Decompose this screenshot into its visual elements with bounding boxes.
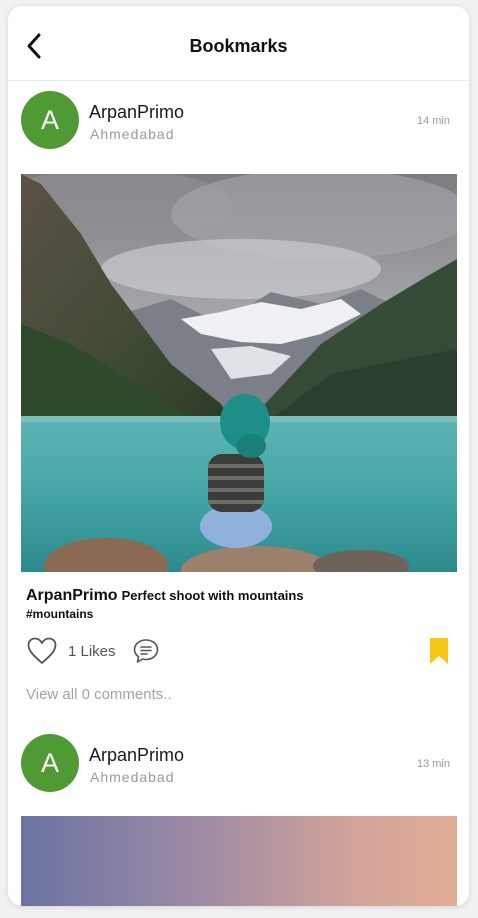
app-screen: Bookmarks A ArpanPrimo Ahmedabad 14 min	[8, 6, 469, 906]
speech-bubble-icon	[133, 639, 159, 663]
post-location: Ahmedabad	[90, 126, 175, 142]
like-button[interactable]	[26, 636, 58, 666]
bookmark-button[interactable]	[429, 637, 449, 665]
post-image[interactable]	[21, 174, 457, 572]
avatar[interactable]: A	[21, 734, 79, 792]
avatar[interactable]: A	[21, 91, 79, 149]
top-bar: Bookmarks	[8, 6, 469, 81]
comment-button[interactable]	[132, 637, 160, 665]
post-actions: 1 Likes	[26, 636, 451, 666]
likes-count: 1 Likes	[68, 643, 116, 660]
bookmark-filled-icon	[430, 638, 448, 664]
post-time: 14 min	[416, 115, 450, 127]
post-location: Ahmedabad	[90, 769, 175, 785]
view-comments-link[interactable]: View all 0 comments..	[26, 686, 172, 703]
post-header: A ArpanPrimo Ahmedabad 14 min	[8, 91, 469, 161]
caption-text: Perfect shoot with mountains	[121, 588, 304, 603]
post-username[interactable]: ArpanPrimo	[89, 745, 184, 766]
post-caption: ArpanPrimo Perfect shoot with mountains #…	[26, 587, 446, 621]
post-username[interactable]: ArpanPrimo	[89, 102, 184, 123]
caption-username[interactable]: ArpanPrimo	[26, 587, 118, 604]
post-time: 13 min	[416, 758, 450, 770]
lake-mountain-photo	[21, 174, 457, 572]
post-image[interactable]	[21, 816, 457, 906]
caption-hashtag[interactable]: #mountains	[26, 607, 446, 621]
heart-outline-icon	[27, 637, 57, 664]
post-header: A ArpanPrimo Ahmedabad 13 min	[8, 734, 469, 804]
page-title: Bookmarks	[189, 36, 288, 56]
